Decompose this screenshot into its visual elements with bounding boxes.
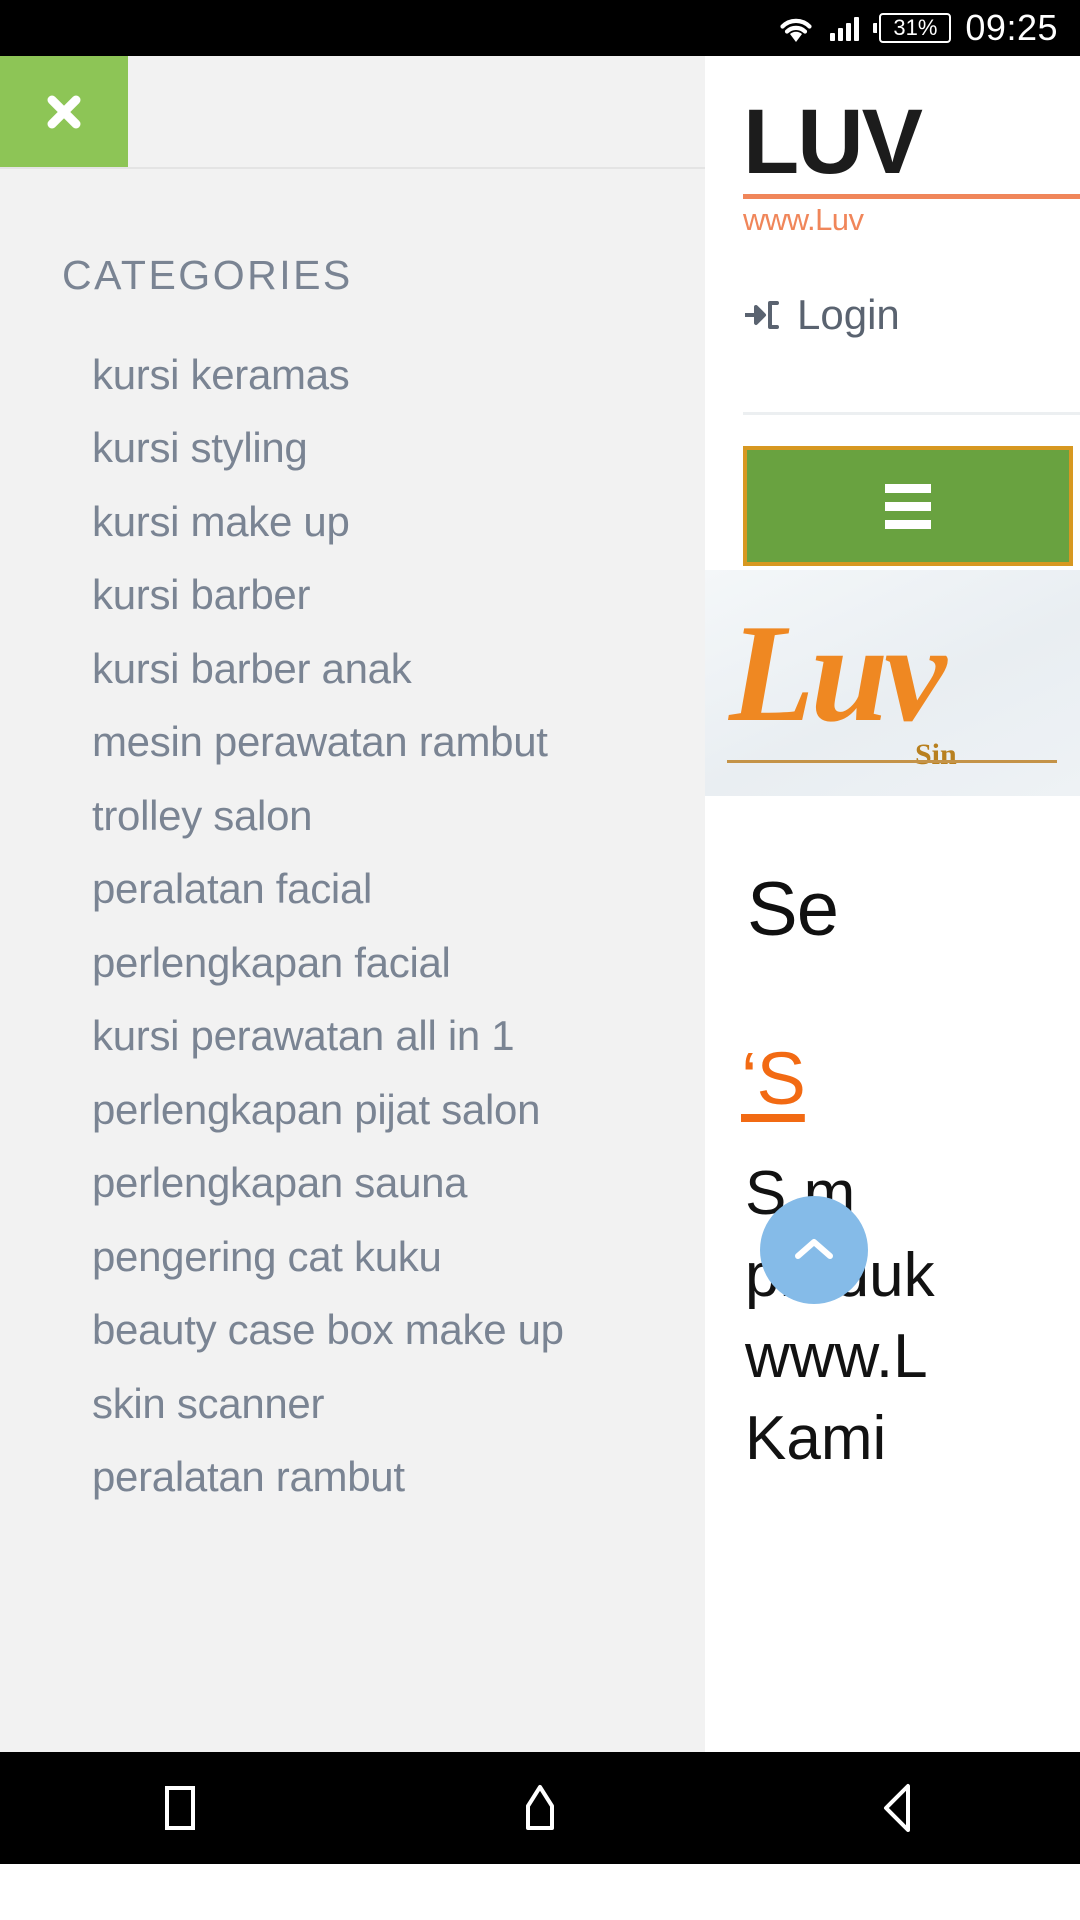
sidebar-item-skin-scanner[interactable]: skin scanner <box>0 1367 705 1441</box>
list-item-label: kursi barber anak <box>92 644 412 692</box>
page-subtitle: ‘S <box>741 1037 806 1120</box>
recents-square-icon <box>157 1780 203 1836</box>
list-item-label: beauty case box make up <box>92 1306 564 1354</box>
list-item-label: perlengkapan facial <box>92 938 451 986</box>
categories-heading: CATEGORIES <box>62 252 353 298</box>
list-item-label: kursi keramas <box>92 350 350 398</box>
home-button[interactable] <box>450 1752 630 1864</box>
list-item-label: kursi make up <box>92 497 350 545</box>
recents-button[interactable] <box>90 1752 270 1864</box>
paragraph-line: Kami <box>745 1403 887 1473</box>
sidebar-item-kursi-perawatan-all-in-1[interactable]: kursi perawatan all in 1 <box>0 1000 705 1074</box>
paragraph-line: www.L <box>745 1322 928 1392</box>
list-item-label: kursi styling <box>92 424 308 472</box>
list-item-label: kursi perawatan all in 1 <box>92 1012 515 1060</box>
home-icon <box>514 1780 566 1836</box>
list-item-label: peralatan rambut <box>92 1453 405 1501</box>
mobile-menu-button[interactable] <box>743 446 1073 566</box>
sidebar-item-pengering-cat-kuku[interactable]: pengering cat kuku <box>0 1220 705 1294</box>
sidebar-item-perlengkapan-sauna[interactable]: perlengkapan sauna <box>0 1147 705 1221</box>
battery-body: 31% <box>879 13 952 43</box>
android-navigation-bar <box>0 1752 1080 1864</box>
sidebar-item-mesin-perawatan-rambut[interactable]: mesin perawatan rambut <box>0 706 705 780</box>
status-bar-clock: 09:25 <box>965 7 1058 48</box>
status-bar-indicators: 31% 09:25 <box>776 7 1058 49</box>
sidebar-item-kursi-keramas[interactable]: kursi keramas <box>0 338 705 412</box>
sidebar-item-kursi-barber[interactable]: kursi barber <box>0 559 705 633</box>
battery-icon: 31% <box>873 13 952 43</box>
offcanvas-header <box>0 56 705 169</box>
login-label: Login <box>797 291 900 338</box>
sidebar-item-peralatan-rambut[interactable]: peralatan rambut <box>0 1441 705 1515</box>
sidebar-item-beauty-case-box-make-up[interactable]: beauty case box make up <box>0 1294 705 1368</box>
website-content: LUV www.Luv Login Luv Sin Se ‘S S m www.… <box>705 56 1080 1864</box>
site-logo-text: LUV <box>743 91 923 193</box>
sidebar-item-trolley-salon[interactable]: trolley salon <box>0 779 705 853</box>
banner-subtext: Sin <box>915 738 957 771</box>
sidebar-item-perlengkapan-facial[interactable]: perlengkapan facial <box>0 926 705 1000</box>
list-item-label: skin scanner <box>92 1379 325 1427</box>
list-item-label: mesin perawatan rambut <box>92 718 548 766</box>
site-logo[interactable]: LUV www.Luv <box>743 96 1080 238</box>
banner-brand-script: Luv <box>729 596 947 751</box>
sign-in-icon <box>743 297 783 333</box>
banner-rule <box>727 760 1057 763</box>
battery-nub <box>873 23 878 33</box>
scroll-to-top-button[interactable] <box>760 1196 868 1304</box>
back-triangle-icon <box>876 1779 924 1837</box>
list-item-label: pengering cat kuku <box>92 1232 442 1280</box>
site-divider <box>743 412 1080 415</box>
sidebar-item-perlengkapan-pijat-salon[interactable]: perlengkapan pijat salon <box>0 1073 705 1147</box>
battery-percent: 31% <box>893 15 938 40</box>
list-item-label: peralatan facial <box>92 865 373 913</box>
site-banner: Luv Sin <box>705 570 1080 796</box>
close-icon <box>41 89 87 135</box>
close-menu-button[interactable] <box>0 56 128 167</box>
sidebar-item-peralatan-facial[interactable]: peralatan facial <box>0 853 705 927</box>
login-link[interactable]: Login <box>743 291 900 339</box>
app-viewport: LUV www.Luv Login Luv Sin Se ‘S S m www.… <box>0 56 1080 1864</box>
list-item-label: perlengkapan pijat salon <box>92 1085 541 1133</box>
categories-list: kursi keramas kursi styling kursi make u… <box>0 338 705 1514</box>
sidebar-item-kursi-make-up[interactable]: kursi make up <box>0 485 705 559</box>
list-item-label: perlengkapan sauna <box>92 1159 468 1207</box>
sidebar-item-kursi-styling[interactable]: kursi styling <box>0 412 705 486</box>
chevron-up-icon <box>788 1229 840 1271</box>
wifi-icon <box>776 12 816 44</box>
list-item-label: trolley salon <box>92 791 313 839</box>
page-title: Se <box>747 867 839 952</box>
status-bar: 31% 09:25 <box>0 0 1080 56</box>
site-logo-url: www.Luv <box>743 202 864 237</box>
offcanvas-menu-panel: CATEGORIES kursi keramas kursi styling k… <box>0 56 705 1864</box>
cell-signal-icon <box>830 15 860 41</box>
back-button[interactable] <box>810 1752 990 1864</box>
site-logo-rule <box>743 194 1080 199</box>
sidebar-item-kursi-barber-anak[interactable]: kursi barber anak <box>0 632 705 706</box>
list-item-label: kursi barber <box>92 571 311 619</box>
hamburger-icon <box>885 483 931 529</box>
